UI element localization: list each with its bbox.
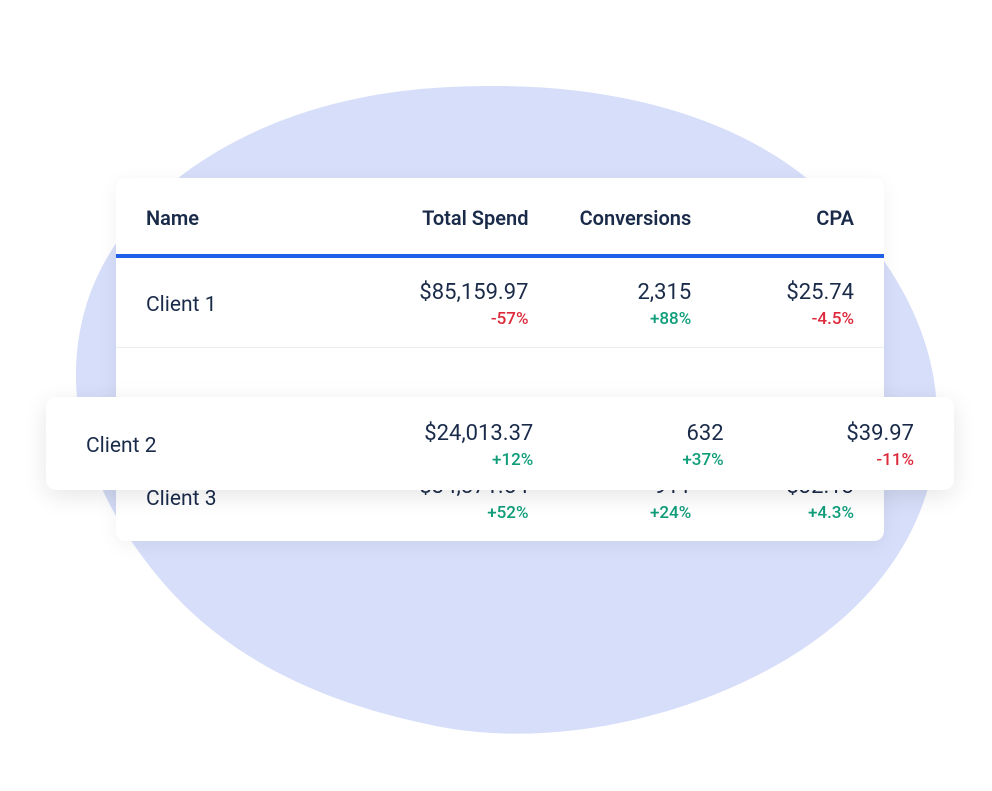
spend-cell: $85,159.97 -57% xyxy=(366,280,529,329)
conversions-cell: 2,315 +88% xyxy=(528,280,691,329)
client-name: Client 2 xyxy=(86,434,343,458)
column-header-conversions: Conversions xyxy=(528,206,691,230)
spend-delta: -57% xyxy=(491,309,529,329)
conversions-value: 2,315 xyxy=(637,280,691,305)
column-header-spend: Total Spend xyxy=(366,206,529,230)
table-header: Name Total Spend Conversions CPA xyxy=(116,178,884,258)
cpa-cell: $39.97 -11% xyxy=(724,421,914,470)
conversions-cell: 632 +37% xyxy=(533,421,723,470)
cpa-value: $25.74 xyxy=(786,280,854,305)
conversions-delta: +37% xyxy=(682,450,723,470)
client-name: Client 1 xyxy=(146,293,366,317)
spend-cell: $24,013.37 +12% xyxy=(343,421,533,470)
spend-value: $85,159.97 xyxy=(419,280,528,305)
cpa-delta: -4.5% xyxy=(812,309,854,329)
spend-delta: +52% xyxy=(487,503,528,523)
table-row-highlighted[interactable]: Client 2 $24,013.37 +12% 632 +37% $39.97… xyxy=(46,397,954,490)
spend-delta: +12% xyxy=(492,450,533,470)
cpa-delta: -11% xyxy=(876,450,914,470)
column-header-cpa: CPA xyxy=(691,206,854,230)
cpa-delta: +4.3% xyxy=(808,503,854,523)
column-header-name: Name xyxy=(146,206,366,230)
cpa-value: $39.97 xyxy=(846,421,914,446)
spend-value: $24,013.37 xyxy=(424,421,533,446)
conversions-delta: +24% xyxy=(650,503,691,523)
client-name: Client 3 xyxy=(146,487,366,511)
table-row[interactable]: Client 1 $85,159.97 -57% 2,315 +88% $25.… xyxy=(116,258,884,347)
cpa-cell: $25.74 -4.5% xyxy=(691,280,854,329)
conversions-delta: +88% xyxy=(650,309,691,329)
conversions-value: 632 xyxy=(687,421,724,446)
